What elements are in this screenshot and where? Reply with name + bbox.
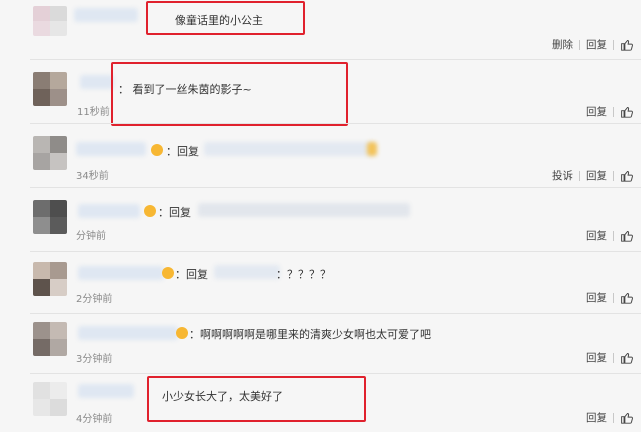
avatar[interactable]	[33, 136, 67, 170]
comment-actions: 回复	[586, 410, 633, 425]
avatar[interactable]	[33, 322, 67, 356]
divider	[579, 170, 580, 181]
comment-actions: 删除 回复	[552, 37, 633, 52]
smiley-face-icon	[176, 327, 188, 339]
avatar[interactable]	[33, 72, 67, 106]
comment-actions: 回复	[586, 290, 633, 305]
username-link[interactable]	[78, 266, 164, 280]
smiley-face-icon	[144, 205, 156, 217]
divider	[613, 412, 614, 423]
comment-item: ：啊啊啊啊啊是哪里来的清爽少女啊也太可爱了吧 3分钟前 回复	[0, 314, 641, 374]
timestamp: 3分钟前	[76, 354, 113, 365]
timestamp: 34秒前	[76, 171, 109, 182]
smiley-face-icon	[367, 142, 377, 156]
comment-text: ：回复	[166, 145, 199, 158]
username-link[interactable]	[74, 8, 138, 22]
divider	[613, 170, 614, 181]
comment-actions: 回复	[586, 104, 633, 119]
comment-item: ：回复 34秒前 投诉 回复	[0, 124, 641, 188]
reply-button[interactable]: 回复	[586, 228, 607, 243]
highlight-box	[146, 1, 305, 35]
reply-target-link[interactable]	[214, 265, 280, 279]
username-link[interactable]	[78, 204, 140, 218]
avatar[interactable]	[33, 6, 67, 36]
divider	[613, 292, 614, 303]
thumbs-up-icon[interactable]	[620, 105, 633, 118]
comment-item: 像童话里的小公主 删除 回复	[0, 0, 641, 60]
thumbs-up-icon[interactable]	[620, 411, 633, 424]
reply-button[interactable]: 回复	[586, 410, 607, 425]
username-link[interactable]	[80, 75, 114, 89]
comment-actions: 投诉 回复	[552, 168, 633, 183]
reply-target-link[interactable]	[198, 203, 410, 217]
comment-actions: 回复	[586, 350, 633, 365]
comment-item: 小少女长大了，太美好了 4分钟前 回复	[0, 374, 641, 432]
divider	[579, 39, 580, 50]
delete-button[interactable]: 删除	[552, 37, 573, 52]
divider	[613, 230, 614, 241]
comment-item: ：回复 ：？？？？ 2分钟前 回复	[0, 252, 641, 314]
thumbs-up-icon[interactable]	[620, 38, 633, 51]
divider	[613, 39, 614, 50]
username-link[interactable]	[76, 142, 146, 156]
avatar[interactable]	[33, 200, 67, 234]
reply-target-link[interactable]	[204, 142, 374, 156]
thumbs-up-icon[interactable]	[620, 351, 633, 364]
reply-button[interactable]: 回复	[586, 37, 607, 52]
comment-text: ：回复	[158, 206, 191, 219]
timestamp: 分钟前	[76, 231, 106, 242]
timestamp: 4分钟前	[76, 414, 113, 425]
divider	[613, 352, 614, 363]
timestamp: 11秒前	[77, 107, 110, 118]
reply-button[interactable]: 回复	[586, 350, 607, 365]
smiley-face-icon	[162, 267, 174, 279]
avatar[interactable]	[33, 382, 67, 416]
comment-text: ：啊啊啊啊啊是哪里来的清爽少女啊也太可爱了吧	[189, 328, 431, 341]
thumbs-up-icon[interactable]	[620, 169, 633, 182]
divider	[613, 106, 614, 117]
avatar[interactable]	[33, 262, 67, 296]
comment-actions: 回复	[586, 228, 633, 243]
comment-item: ： 看到了一丝朱茵的影子~ 11秒前 回复	[0, 60, 641, 126]
username-link[interactable]	[78, 326, 178, 340]
report-button[interactable]: 投诉	[552, 168, 573, 183]
reply-button[interactable]: 回复	[586, 168, 607, 183]
comment-list: 像童话里的小公主 删除 回复 ： 看到了一丝朱茵的影子~ 11秒前 回复 ：回复…	[0, 0, 641, 432]
highlight-box	[111, 62, 348, 126]
thumbs-up-icon[interactable]	[620, 291, 633, 304]
highlight-box	[147, 376, 366, 422]
thumbs-up-icon[interactable]	[620, 229, 633, 242]
smiley-face-icon	[151, 144, 163, 156]
comment-text-suffix: ：？？？？	[276, 268, 331, 281]
reply-button[interactable]: 回复	[586, 104, 607, 119]
reply-button[interactable]: 回复	[586, 290, 607, 305]
timestamp: 2分钟前	[76, 294, 113, 305]
comment-item: ：回复 分钟前 回复	[0, 188, 641, 252]
username-link[interactable]	[78, 384, 134, 398]
comment-text: ：回复	[175, 268, 208, 281]
